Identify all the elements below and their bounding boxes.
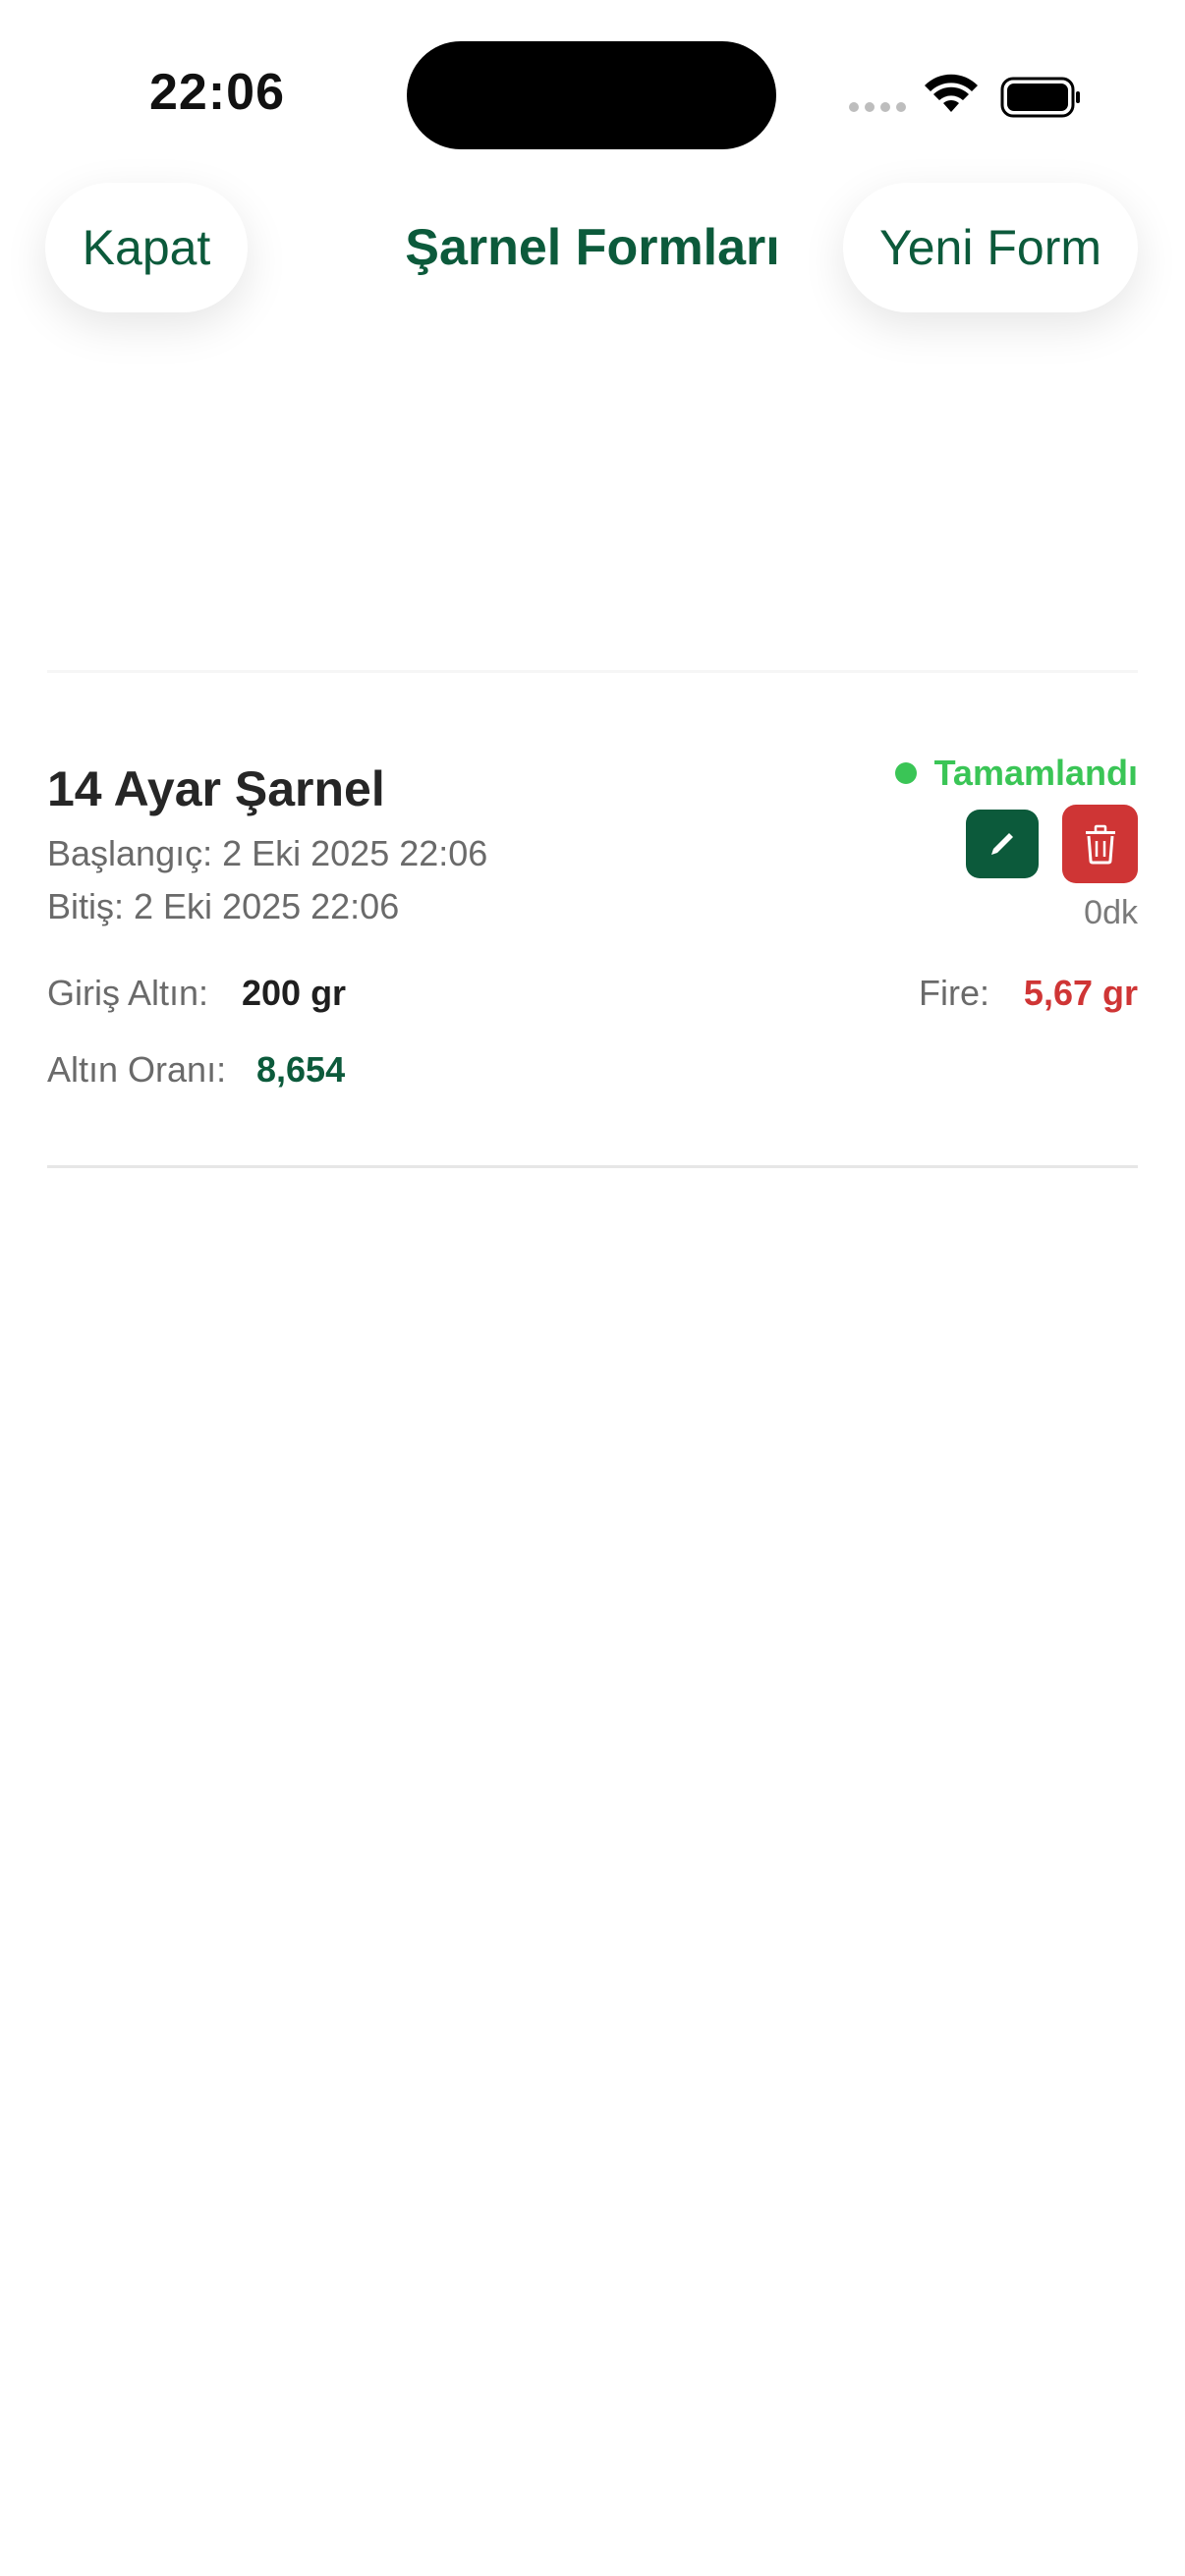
edit-button[interactable] bbox=[966, 810, 1039, 878]
delete-button[interactable] bbox=[1062, 805, 1138, 883]
loss-value: 5,67 gr bbox=[1023, 973, 1138, 1013]
input-gold-value: 200 gr bbox=[242, 973, 347, 1013]
dynamic-island bbox=[407, 41, 776, 149]
status-label: Tamamlandı bbox=[933, 753, 1138, 793]
loss-label: Fire: bbox=[919, 973, 989, 1013]
start-date: Başlangıç: 2 Eki 2025 22:06 bbox=[47, 833, 488, 873]
wifi-icon bbox=[925, 74, 978, 112]
end-date: Bitiş: 2 Eki 2025 22:06 bbox=[47, 886, 400, 926]
separator bbox=[47, 670, 1138, 673]
status-time: 22:06 bbox=[149, 64, 285, 121]
status-badge: Tamamlandı bbox=[894, 753, 1138, 794]
cellular-signal-icon bbox=[849, 102, 906, 112]
trash-icon bbox=[1085, 824, 1115, 865]
gold-ratio-label: Altın Oranı: bbox=[47, 1049, 227, 1090]
input-gold-label: Giriş Altın: bbox=[47, 973, 209, 1013]
duration: 0dk bbox=[1084, 894, 1138, 931]
status-dot-icon bbox=[894, 762, 917, 784]
form-title: 14 Ayar Şarnel bbox=[47, 761, 385, 816]
battery-icon bbox=[1000, 77, 1080, 118]
gold-ratio-value: 8,654 bbox=[256, 1049, 346, 1090]
new-form-button[interactable]: Yeni Form bbox=[843, 183, 1138, 312]
list-divider bbox=[47, 1165, 1138, 1168]
pencil-icon bbox=[991, 833, 1013, 855]
